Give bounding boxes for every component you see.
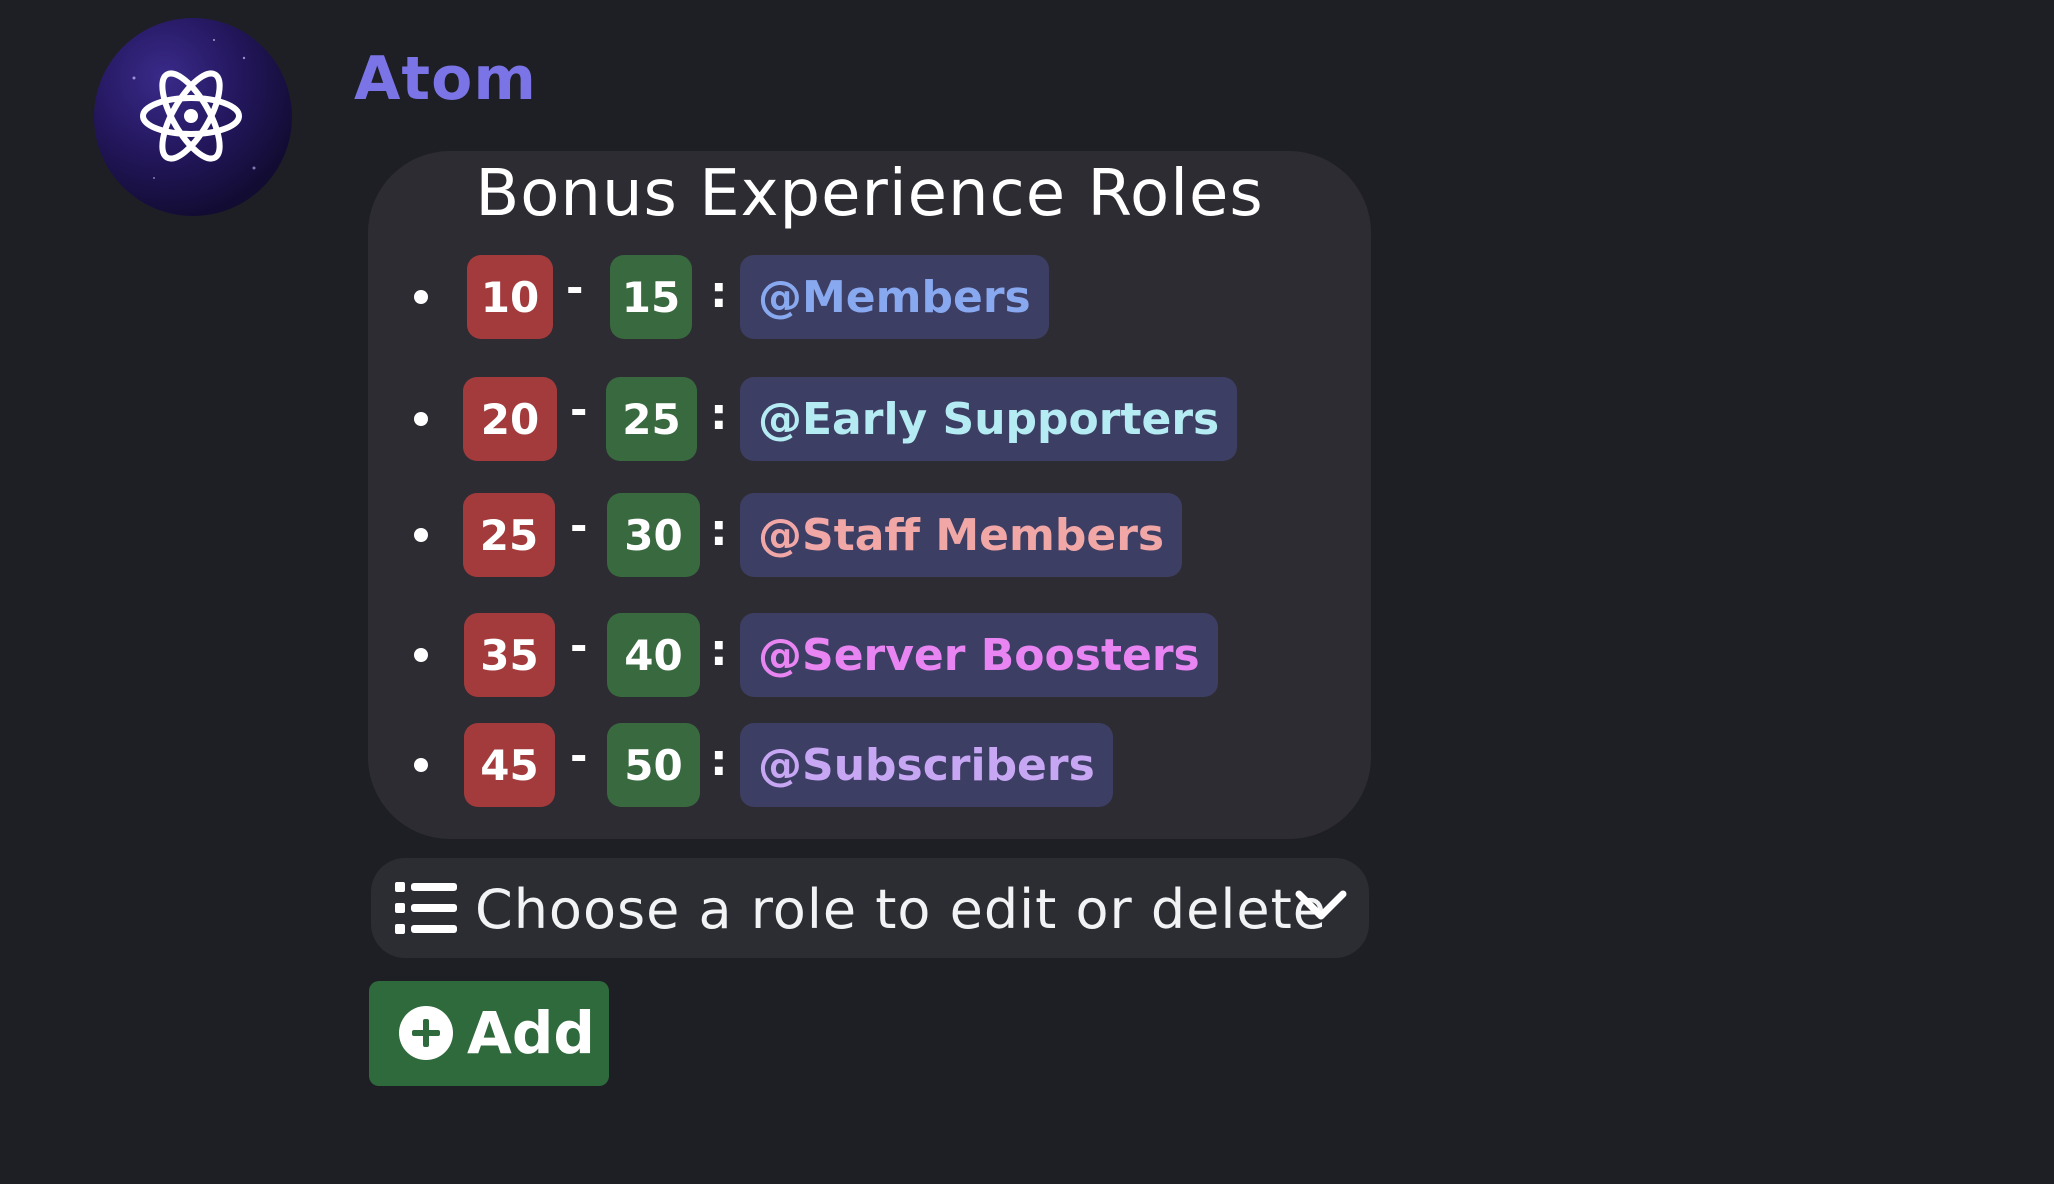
max-badge: 25 bbox=[606, 377, 697, 461]
colon-separator: : bbox=[710, 735, 728, 786]
dash-separator: - bbox=[570, 731, 588, 780]
bullet bbox=[414, 528, 428, 542]
dash-separator: - bbox=[570, 621, 588, 670]
min-badge: 25 bbox=[463, 493, 555, 577]
embed-card: Bonus Experience Roles 10 - 15 : @Member… bbox=[368, 151, 1371, 839]
max-badge: 40 bbox=[607, 613, 700, 697]
list-icon bbox=[395, 882, 457, 934]
colon-separator: : bbox=[710, 505, 728, 556]
max-badge: 15 bbox=[610, 255, 692, 339]
dash-separator: - bbox=[570, 501, 588, 550]
atom-icon bbox=[132, 39, 256, 179]
bullet bbox=[414, 412, 428, 426]
add-button-label: Add bbox=[467, 999, 595, 1067]
bullet bbox=[414, 290, 428, 304]
colon-separator: : bbox=[710, 267, 728, 318]
min-badge: 10 bbox=[467, 255, 553, 339]
colon-separator: : bbox=[710, 389, 728, 440]
min-badge: 35 bbox=[464, 613, 555, 697]
role-mention[interactable]: @Subscribers bbox=[740, 723, 1113, 807]
chevron-down-icon bbox=[1295, 890, 1347, 920]
role-mention[interactable]: @Members bbox=[740, 255, 1049, 339]
role-select-menu[interactable]: Choose a role to edit or delete bbox=[371, 858, 1369, 958]
max-badge: 30 bbox=[607, 493, 700, 577]
bullet bbox=[414, 758, 428, 772]
min-badge: 20 bbox=[463, 377, 557, 461]
role-mention[interactable]: @Staff Members bbox=[740, 493, 1183, 577]
embed-title: Bonus Experience Roles bbox=[475, 157, 1264, 231]
colon-separator: : bbox=[710, 625, 728, 676]
bot-username[interactable]: Atom bbox=[354, 44, 537, 114]
plus-circle-icon bbox=[399, 1006, 453, 1060]
dash-separator: - bbox=[566, 263, 584, 312]
select-placeholder: Choose a role to edit or delete bbox=[475, 878, 1327, 941]
bullet bbox=[414, 648, 428, 662]
add-button[interactable]: Add bbox=[369, 981, 609, 1086]
bot-avatar[interactable] bbox=[94, 18, 292, 216]
max-badge: 50 bbox=[607, 723, 700, 807]
dash-separator: - bbox=[570, 385, 588, 434]
role-mention[interactable]: @Server Boosters bbox=[740, 613, 1218, 697]
min-badge: 45 bbox=[464, 723, 555, 807]
role-mention[interactable]: @Early Supporters bbox=[740, 377, 1238, 461]
